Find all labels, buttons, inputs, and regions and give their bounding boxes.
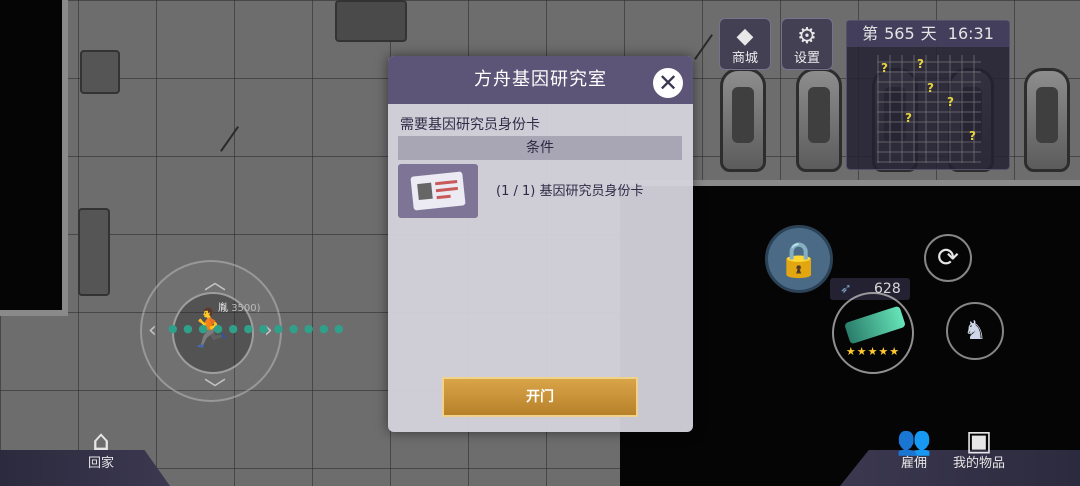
- shop-button[interactable]: ◆ 商城: [719, 18, 771, 70]
- condition-item: (1 / 1) 基因研究员身份卡: [496, 184, 644, 199]
- inventory-button[interactable]: ▣ 我的物品: [944, 426, 1014, 472]
- lock-target-button[interactable]: 🔒: [765, 225, 833, 293]
- stasis-pod: [796, 68, 842, 172]
- wall-machine: [80, 50, 120, 94]
- hire-label: 雇佣: [900, 456, 927, 471]
- attack-weapon-button[interactable]: ★★★★★: [832, 292, 914, 374]
- clock-time: 16:31: [947, 24, 994, 43]
- minimap-panel[interactable]: 第 565 天 16:31 ? ? ? ? ? ?: [846, 20, 1010, 170]
- bullet-icon: ➶: [840, 281, 852, 297]
- weapon-icon: [844, 305, 906, 345]
- switch-weapon-button[interactable]: ⟳: [924, 234, 972, 282]
- open-door-button[interactable]: 开门: [442, 377, 638, 417]
- quest-marker-icon: ?: [927, 81, 934, 95]
- inventory-label: 我的物品: [952, 456, 1005, 471]
- home-button[interactable]: ⌂ 回家: [72, 426, 130, 472]
- card-line: [435, 186, 458, 193]
- dark-void-area: [0, 0, 68, 316]
- arrow-left-icon: ‹: [148, 318, 157, 343]
- settings-label: 设置: [793, 51, 820, 66]
- player-name: 胤: [218, 303, 232, 314]
- player-score: 3500): [231, 303, 261, 314]
- quest-marker-icon: ?: [969, 129, 976, 143]
- quest-marker-icon: ?: [947, 95, 954, 109]
- home-label: 回家: [87, 456, 114, 471]
- card-photo: [417, 182, 433, 201]
- door-dialog: 方舟基因研究室 ✕ 需要基因研究员身份卡 条件 (1 / 1) 基因研究员身份卡…: [388, 56, 693, 432]
- player-name-tag: 胤 3500): [218, 299, 261, 314]
- weapon-stars: ★★★★★: [845, 345, 901, 358]
- quest-marker-icon: ?: [905, 111, 912, 125]
- diamond-icon: ◆: [736, 24, 754, 49]
- floor-crack: [220, 126, 262, 168]
- wall-machine: [78, 208, 110, 296]
- hire-button[interactable]: 👥 雇佣: [884, 426, 944, 472]
- stasis-pod: [720, 68, 766, 172]
- requirement-text: 需要基因研究员身份卡: [400, 117, 540, 133]
- day-number: 565: [884, 24, 915, 43]
- skill-button[interactable]: ♞: [946, 302, 1004, 360]
- card-line: [436, 194, 451, 200]
- team-icon: 👥: [896, 424, 932, 457]
- quest-marker-icon: ?: [917, 57, 924, 71]
- minimap: ? ? ? ? ? ?: [877, 55, 981, 163]
- dialog-title: 方舟基因研究室: [388, 56, 693, 104]
- close-button[interactable]: ✕: [651, 66, 685, 100]
- shop-label: 商城: [731, 51, 758, 66]
- arrow-down-icon: ﹀: [204, 378, 227, 403]
- card-line: [435, 179, 458, 186]
- gear-icon: ⚙: [797, 24, 817, 49]
- conditions-header: 条件: [398, 136, 682, 160]
- day-suffix: 天: [920, 24, 937, 43]
- day-clock: 第 565 天 16:31: [847, 21, 1009, 47]
- player-trail-orbs: ● ● ● ● ● ● ● ● ● ● ● ●: [168, 322, 345, 335]
- id-card-icon: [398, 164, 478, 218]
- lock-icon: 🔒: [777, 240, 821, 280]
- chest-icon: ▣: [965, 424, 993, 457]
- house-icon: ⌂: [92, 424, 110, 457]
- settings-button[interactable]: ⚙ 设置: [781, 18, 833, 70]
- stasis-pod: [1024, 68, 1070, 172]
- day-prefix: 第: [862, 24, 879, 43]
- wall-machine: [335, 0, 407, 42]
- quest-marker-icon: ?: [881, 61, 888, 75]
- id-card: [410, 171, 466, 211]
